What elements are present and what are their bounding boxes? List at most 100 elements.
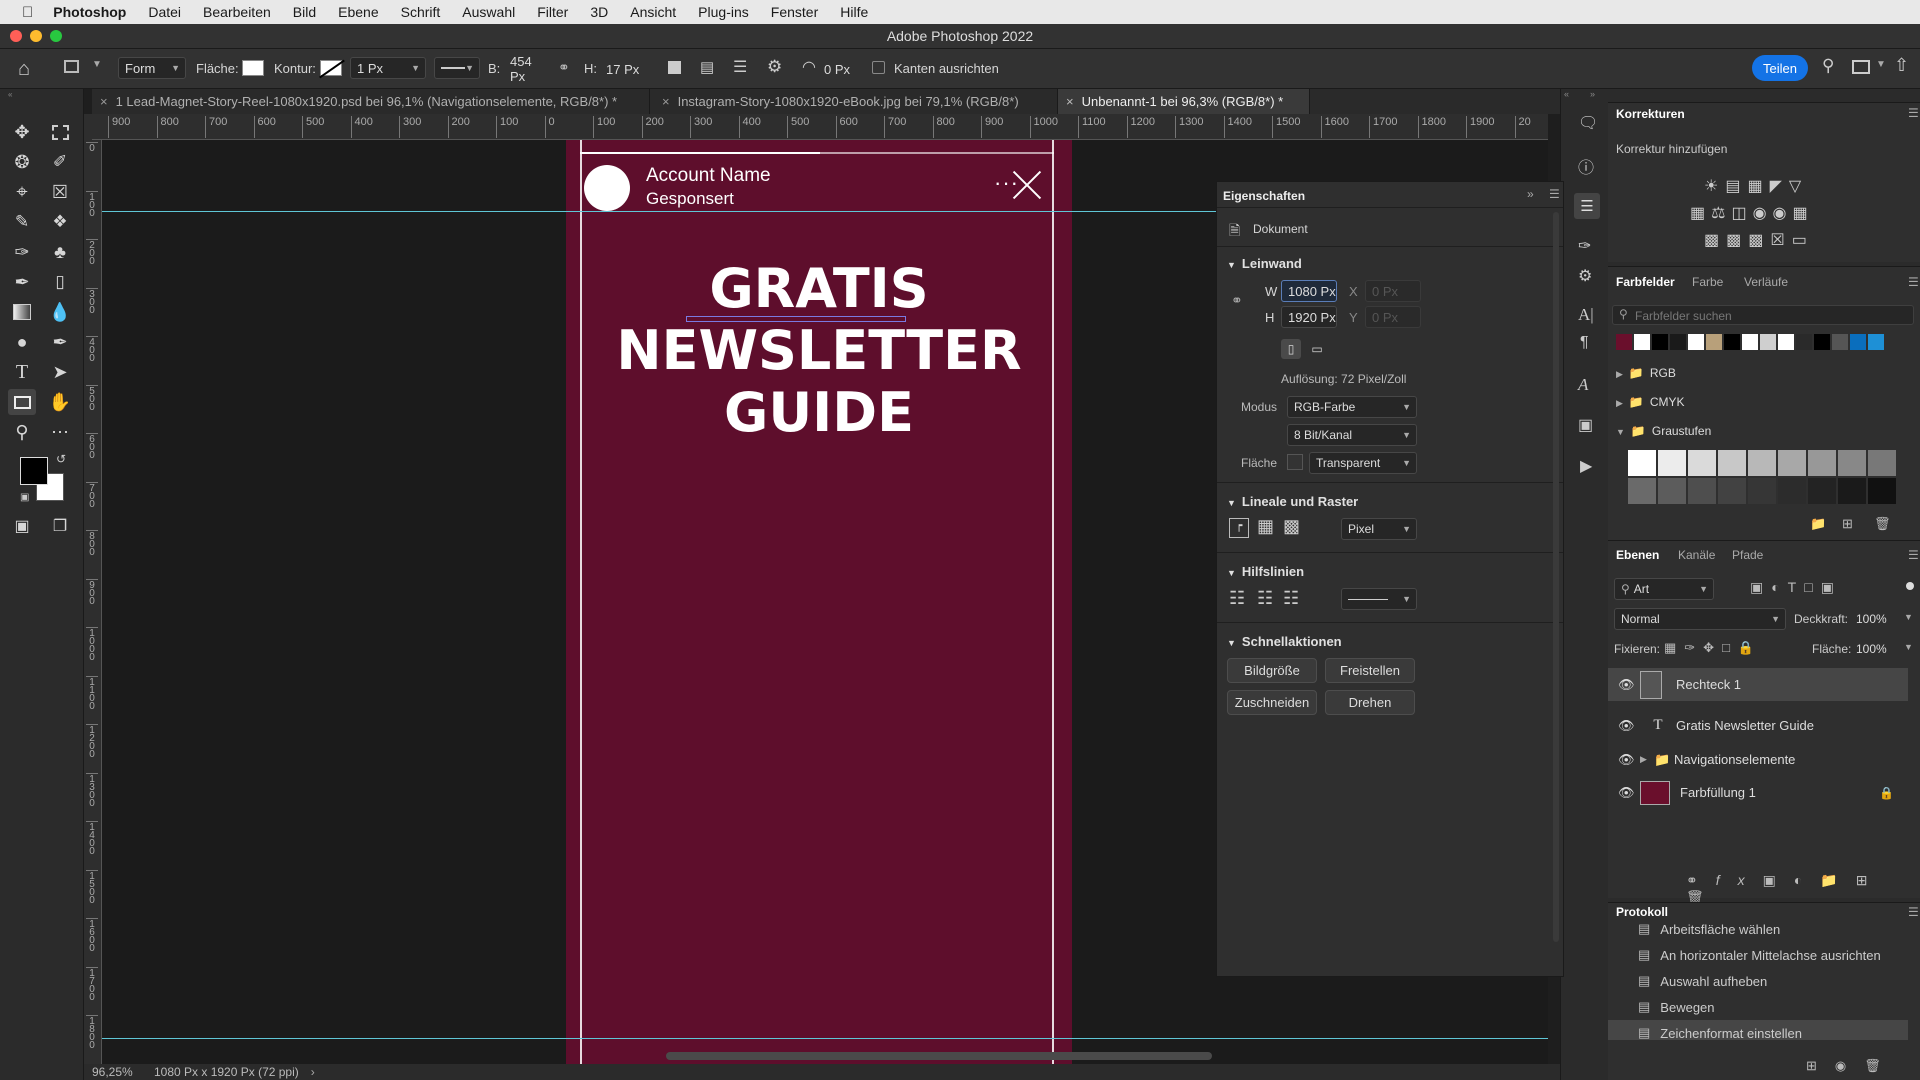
gray-swatch[interactable] <box>1628 450 1656 476</box>
comments-icon[interactable]: 🗨 <box>1578 113 1598 133</box>
close-icon[interactable]: × <box>1066 94 1074 109</box>
history-item[interactable]: ▤ Bewegen <box>1608 994 1908 1020</box>
path-select-tool-icon[interactable]: ➤ <box>46 359 74 385</box>
path-operations-icon[interactable] <box>668 61 681 74</box>
rectangle-tool-preset-icon[interactable] <box>64 60 79 73</box>
glyphs-icon[interactable]: A <box>1578 375 1588 395</box>
pen-tool-icon[interactable]: ✒ <box>46 329 74 355</box>
gray-swatch[interactable] <box>1748 450 1776 476</box>
color-swatch[interactable] <box>1670 334 1686 350</box>
actions-play-icon[interactable]: ▶ <box>1580 456 1592 476</box>
color-swatch[interactable] <box>1688 334 1704 350</box>
crop-tool-icon[interactable]: ⌖ <box>8 179 36 205</box>
rulers-grid-section-header[interactable]: ▼ Lineale und Raster <box>1227 494 1358 509</box>
blur-tool-icon[interactable]: 💧 <box>46 299 74 325</box>
color-swatch[interactable] <box>1706 334 1722 350</box>
vertical-ruler[interactable]: 0 1 0 0 2 0 0 3 0 0 4 0 0 5 0 0 6 0 0 7 0 0 8 0 … <box>84 140 102 1080</box>
canvas-section-header[interactable]: ▼ Leinwand <box>1227 256 1302 271</box>
lock-guides-icon[interactable]: ☷ <box>1257 588 1273 609</box>
tab-document-2[interactable]: × Instagram-Story-1080x1920-eBook.jpg bei… <box>654 89 1058 114</box>
frame-tool-icon[interactable]: ☒ <box>46 179 74 205</box>
gray-swatch[interactable] <box>1688 450 1716 476</box>
tab-gradients[interactable]: Verläufe <box>1744 275 1788 289</box>
history-item[interactable]: ▤ Arbeitsfläche wählen <box>1608 924 1908 942</box>
chevron-right-icon[interactable]: › <box>311 1065 315 1079</box>
gray-swatch[interactable] <box>1748 478 1776 504</box>
history-title[interactable]: Protokoll <box>1616 905 1668 919</box>
collapse-icon[interactable]: » <box>1590 89 1595 99</box>
tab-layers[interactable]: Ebenen <box>1616 548 1659 562</box>
opacity-field[interactable]: 100% <box>1856 612 1887 626</box>
crop-button[interactable]: Zuschneiden <box>1227 690 1317 715</box>
layer-filter-select[interactable]: ⚲ Art ▼ <box>1614 578 1714 600</box>
quick-select-tool-icon[interactable]: ✐ <box>46 149 74 175</box>
swatch-group-rgb[interactable]: ▶ 📁 RGB <box>1616 366 1676 380</box>
canvas-height-input[interactable]: 1920 Px <box>1281 306 1337 328</box>
tab-color[interactable]: Farbe <box>1692 275 1723 289</box>
healing-brush-tool-icon[interactable]: ❖ <box>46 209 74 235</box>
quick-actions-section-header[interactable]: ▼ Schnellaktionen <box>1227 634 1342 649</box>
default-colors-icon[interactable]: ▣ <box>20 492 29 503</box>
grid-toggle-icon[interactable]: ▦ <box>1257 516 1274 537</box>
color-swatch[interactable] <box>1760 334 1776 350</box>
eye-icon[interactable]: 👁 <box>1618 677 1640 693</box>
chevron-down-icon[interactable]: ▼ <box>1904 612 1913 622</box>
stroke-width-field[interactable]: 1 Px ▼ <box>350 57 426 79</box>
stroke-type-select[interactable]: ▼ <box>434 57 480 79</box>
gray-swatch[interactable] <box>1778 478 1806 504</box>
horizontal-ruler[interactable]: 900 800 700 600 500 400 300 200 100 0 100 200 300 400… <box>92 114 1548 140</box>
zoom-tool-icon[interactable]: ⚲ <box>8 419 36 445</box>
color-swatch[interactable] <box>1652 334 1668 350</box>
menu-3d[interactable]: 3D <box>590 4 608 20</box>
menu-ebene[interactable]: Ebene <box>338 4 378 20</box>
portrait-orientation-icon[interactable]: ▯ <box>1281 339 1301 359</box>
horizontal-scrollbar[interactable] <box>666 1052 1212 1060</box>
eye-icon[interactable]: 👁 <box>1618 718 1640 734</box>
gray-swatch[interactable] <box>1688 478 1716 504</box>
guide-line-bottom[interactable] <box>102 1038 1548 1039</box>
chevron-down-icon[interactable]: ▼ <box>92 59 102 70</box>
gray-swatch[interactable] <box>1868 478 1896 504</box>
menu-hilfe[interactable]: Hilfe <box>840 4 868 20</box>
properties-panel-icon[interactable]: ☰ <box>1574 193 1600 219</box>
link-icon[interactable]: ⚭ <box>558 59 570 76</box>
menu-datei[interactable]: Datei <box>148 4 181 20</box>
stamp-tool-icon[interactable]: ♣ <box>46 239 74 265</box>
quick-mask-icon[interactable]: ▣ <box>8 513 36 539</box>
brush-settings-icon[interactable]: ✑ <box>1578 236 1591 256</box>
layer-filter-icons[interactable]: ▣◐T□▣ <box>1750 579 1842 596</box>
new-guide-layout-icon[interactable]: ☷ <box>1283 588 1299 609</box>
tool-mode-select[interactable]: Form ▼ <box>118 57 186 79</box>
gray-swatch[interactable] <box>1718 478 1746 504</box>
canvas-fill-swatch[interactable] <box>1287 454 1303 470</box>
color-swatch[interactable] <box>1634 334 1650 350</box>
adjustment-icons-row-2[interactable]: ▦⚖◫◉◉▦ <box>1690 203 1814 223</box>
menu-fenster[interactable]: Fenster <box>771 4 818 20</box>
color-swatch[interactable] <box>1814 334 1830 350</box>
swatch-group-grayscale[interactable]: ▼ 📁 Graustufen <box>1616 424 1711 438</box>
ruler-unit-select[interactable]: Pixel ▼ <box>1341 518 1417 540</box>
layer-rechteck-1[interactable]: 👁 Rechteck 1 <box>1608 668 1908 701</box>
eyedropper-tool-icon[interactable]: ✎ <box>8 209 36 235</box>
gray-swatch[interactable] <box>1808 450 1836 476</box>
gray-swatch[interactable] <box>1808 478 1836 504</box>
gray-swatch[interactable] <box>1658 478 1686 504</box>
ruler-toggle-icon[interactable]: ┍ <box>1229 518 1249 538</box>
color-swatch[interactable] <box>1832 334 1848 350</box>
gear-icon[interactable]: ⚙ <box>767 57 782 77</box>
adjustment-icons-row-3[interactable]: ▩▩▩☒▭ <box>1704 230 1814 250</box>
cutout-button[interactable]: Freistellen <box>1325 658 1415 683</box>
corner-radius-icon[interactable]: ◠ <box>802 57 816 77</box>
menu-bild[interactable]: Bild <box>293 4 316 20</box>
menu-app[interactable]: Photoshop <box>53 4 126 20</box>
menu-ansicht[interactable]: Ansicht <box>630 4 676 20</box>
headline-text[interactable]: GRATIS NEWSLETTER GUIDE <box>566 258 1072 444</box>
gray-swatch[interactable] <box>1838 450 1866 476</box>
collapse-icon[interactable]: « <box>1564 89 1569 99</box>
canvas-fill-select[interactable]: Transparent ▼ <box>1309 452 1417 474</box>
color-swatch[interactable] <box>1616 334 1632 350</box>
history-brush-tool-icon[interactable]: ✒ <box>8 269 36 295</box>
tab-document-1[interactable]: × 1 Lead-Magnet-Story-Reel-1080x1920.psd … <box>92 89 650 114</box>
properties-scrollbar[interactable] <box>1553 212 1559 942</box>
swap-colors-icon[interactable]: ↺ <box>56 452 66 466</box>
